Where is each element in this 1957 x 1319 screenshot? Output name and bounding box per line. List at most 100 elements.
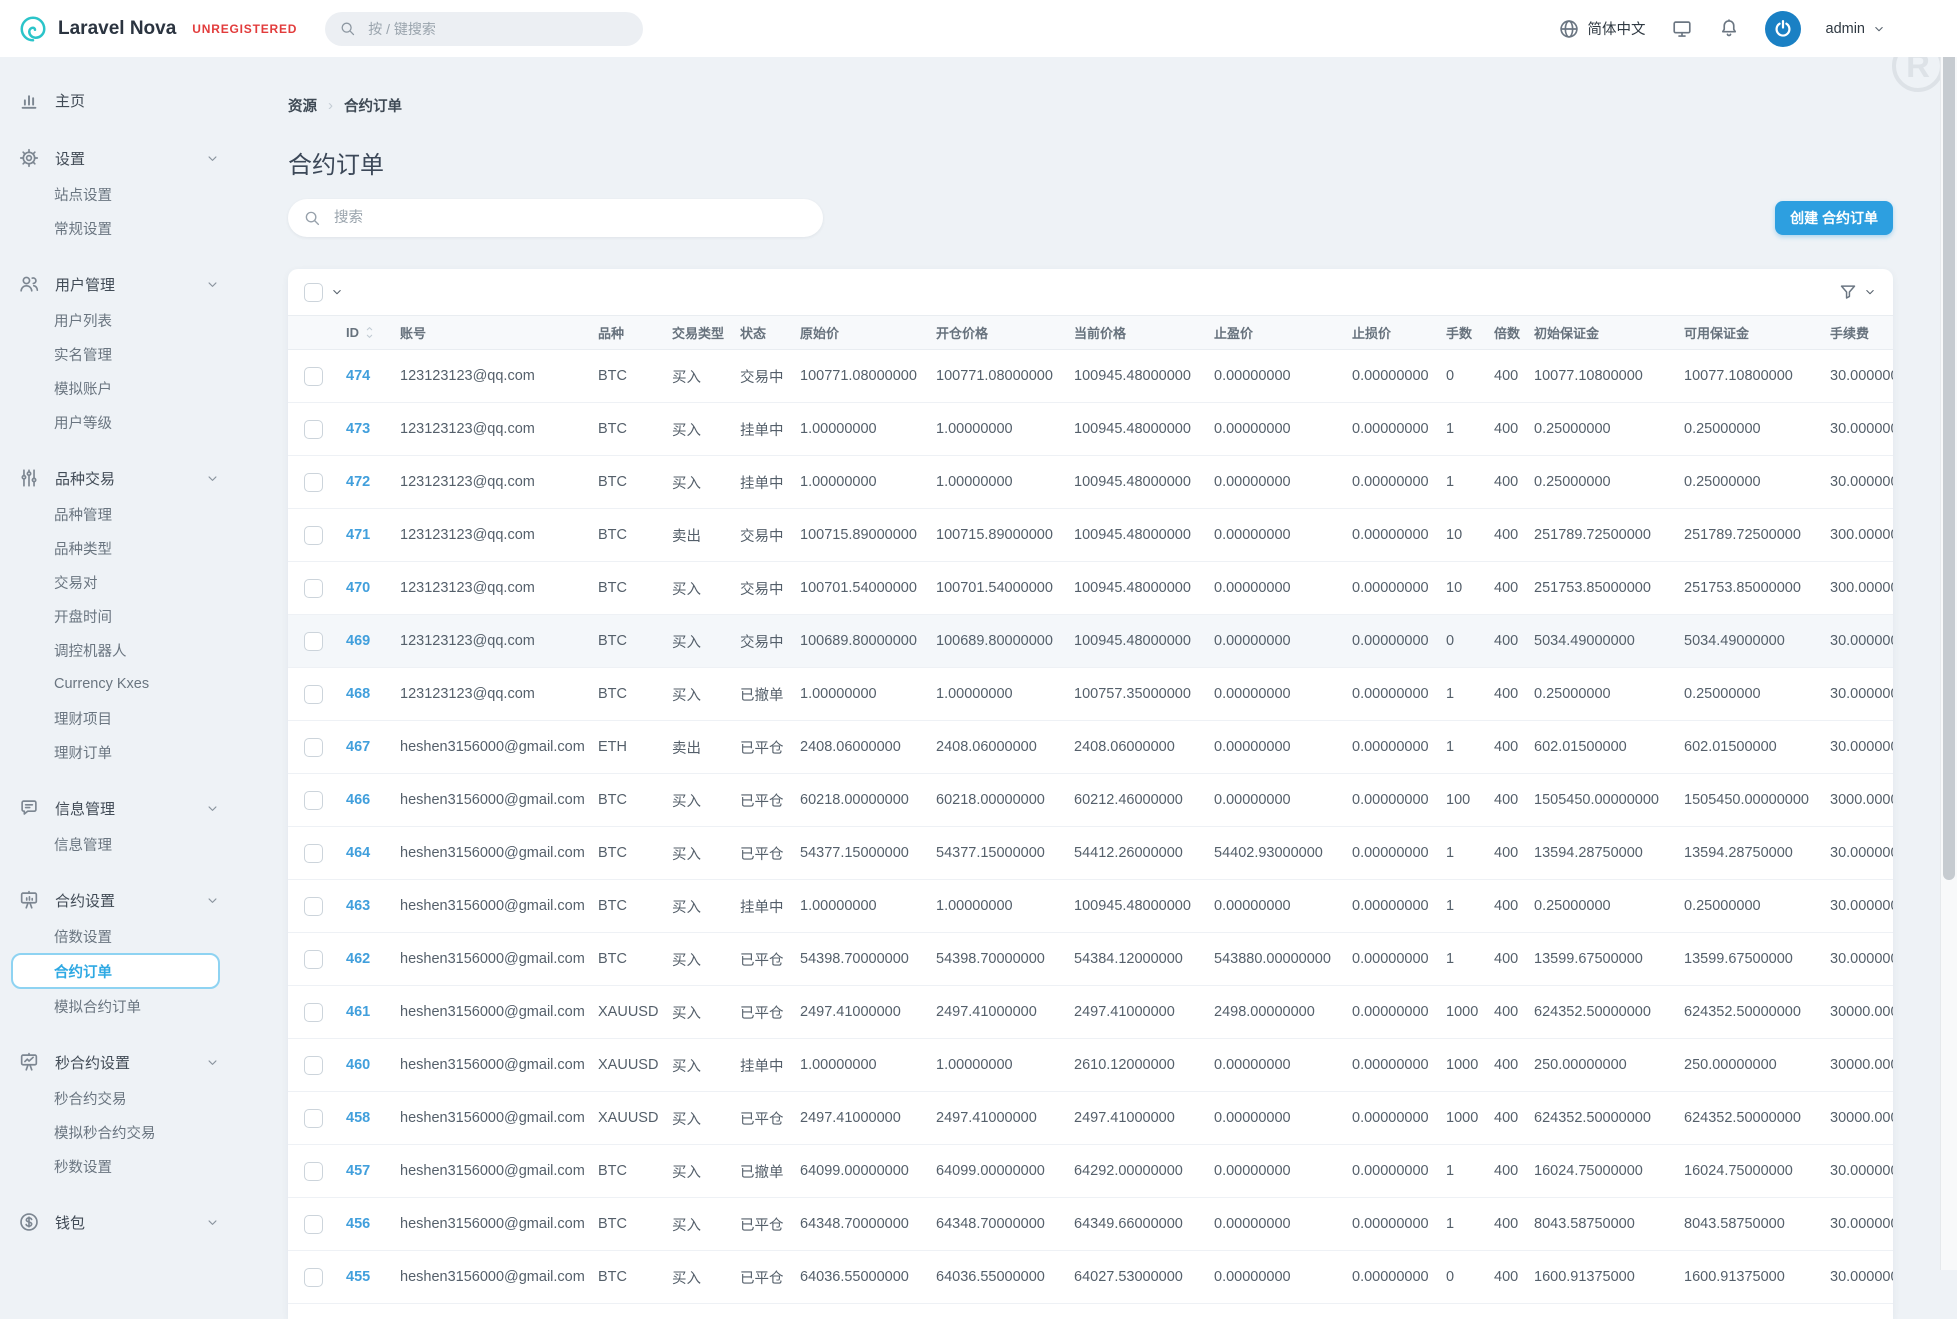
column-header[interactable]: 初始保证金 bbox=[1526, 316, 1676, 350]
order-id-link[interactable]: 458 bbox=[346, 1110, 370, 1126]
sidebar-item[interactable]: 常规设置 bbox=[18, 211, 220, 245]
order-id-link[interactable]: 460 bbox=[346, 1057, 370, 1073]
table-row[interactable]: 473 123123123@qq.com BTC 买入 挂单中 1.000000… bbox=[288, 403, 1893, 456]
sidebar-item[interactable]: 用户等级 bbox=[18, 405, 220, 439]
table-row[interactable]: 462 heshen3156000@gmail.com BTC 买入 已平仓 5… bbox=[288, 933, 1893, 986]
order-id-link[interactable]: 462 bbox=[346, 951, 370, 967]
order-id-link[interactable]: 466 bbox=[346, 792, 370, 808]
column-header[interactable]: 手续费 bbox=[1822, 316, 1893, 350]
table-row[interactable]: 474 123123123@qq.com BTC 买入 交易中 100771.0… bbox=[288, 350, 1893, 403]
row-checkbox[interactable] bbox=[304, 1268, 323, 1287]
sidebar-item[interactable]: 调控机器人 bbox=[18, 633, 220, 667]
row-checkbox[interactable] bbox=[304, 473, 323, 492]
row-checkbox[interactable] bbox=[304, 1056, 323, 1075]
order-id-link[interactable]: 470 bbox=[346, 580, 370, 596]
select-all-checkbox[interactable] bbox=[304, 283, 323, 302]
column-header[interactable]: 当前价格 bbox=[1066, 316, 1206, 350]
resource-search-input[interactable] bbox=[332, 209, 808, 227]
sidebar-item[interactable]: 信息管理 bbox=[18, 789, 220, 827]
order-id-link[interactable]: 472 bbox=[346, 474, 370, 490]
table-row[interactable]: 455 heshen3156000@gmail.com BTC 买入 已平仓 6… bbox=[288, 1251, 1893, 1304]
order-id-link[interactable]: 468 bbox=[346, 686, 370, 702]
row-checkbox[interactable] bbox=[304, 1162, 323, 1181]
sidebar-item[interactable]: 开盘时间 bbox=[18, 599, 220, 633]
row-checkbox[interactable] bbox=[304, 685, 323, 704]
breadcrumb-resources[interactable]: 资源 bbox=[288, 95, 317, 116]
resource-search[interactable] bbox=[288, 199, 823, 237]
row-checkbox[interactable] bbox=[304, 632, 323, 651]
column-header[interactable]: 止盈价 bbox=[1206, 316, 1344, 350]
sidebar-item[interactable]: 理财订单 bbox=[18, 735, 220, 769]
table-row[interactable]: 469 123123123@qq.com BTC 买入 交易中 100689.8… bbox=[288, 615, 1893, 668]
sidebar-item[interactable]: 交易对 bbox=[18, 565, 220, 599]
sidebar-item[interactable]: 模拟秒合约交易 bbox=[18, 1115, 220, 1149]
sidebar-item[interactable]: 品种类型 bbox=[18, 531, 220, 565]
column-header[interactable]: 倍数 bbox=[1486, 316, 1526, 350]
table-row[interactable]: 470 123123123@qq.com BTC 买入 交易中 100701.5… bbox=[288, 562, 1893, 615]
sidebar-item[interactable]: 用户管理 bbox=[18, 265, 220, 303]
sidebar-item[interactable]: 品种交易 bbox=[18, 459, 220, 497]
sidebar-item[interactable]: 模拟合约订单 bbox=[18, 989, 220, 1023]
sidebar-item[interactable]: 合约设置 bbox=[18, 881, 220, 919]
sidebar-item[interactable]: Currency Kxes bbox=[18, 667, 220, 701]
row-checkbox[interactable] bbox=[304, 791, 323, 810]
row-checkbox[interactable] bbox=[304, 1003, 323, 1022]
filter-control[interactable] bbox=[1838, 282, 1877, 302]
sidebar-item[interactable]: 主页 bbox=[18, 81, 220, 119]
row-checkbox[interactable] bbox=[304, 844, 323, 863]
sidebar-item[interactable]: 秒合约交易 bbox=[18, 1081, 220, 1115]
sort-icon[interactable] bbox=[364, 325, 375, 340]
page-scrollbar[interactable] bbox=[1940, 0, 1957, 1270]
order-id-link[interactable]: 463 bbox=[346, 898, 370, 914]
row-checkbox[interactable] bbox=[304, 420, 323, 439]
column-header[interactable]: 可用保证金 bbox=[1676, 316, 1822, 350]
order-id-link[interactable]: 455 bbox=[346, 1269, 370, 1285]
monitor-icon[interactable] bbox=[1671, 18, 1693, 40]
order-id-link[interactable]: 469 bbox=[346, 633, 370, 649]
row-checkbox[interactable] bbox=[304, 367, 323, 386]
table-row[interactable]: 472 123123123@qq.com BTC 买入 挂单中 1.000000… bbox=[288, 456, 1893, 509]
select-all-control[interactable] bbox=[304, 283, 344, 302]
column-header[interactable]: 账号 bbox=[392, 316, 590, 350]
sidebar-item[interactable]: 品种管理 bbox=[18, 497, 220, 531]
brand[interactable]: Laravel Nova bbox=[18, 14, 176, 44]
table-row[interactable]: 461 heshen3156000@gmail.com XAUUSD 买入 已平… bbox=[288, 986, 1893, 1039]
column-header[interactable]: 品种 bbox=[590, 316, 664, 350]
order-id-link[interactable]: 467 bbox=[346, 739, 370, 755]
order-id-link[interactable]: 471 bbox=[346, 527, 370, 543]
global-search[interactable] bbox=[325, 12, 643, 46]
table-row[interactable]: 468 123123123@qq.com BTC 买入 已撤单 1.000000… bbox=[288, 668, 1893, 721]
table-row[interactable]: 471 123123123@qq.com BTC 卖出 交易中 100715.8… bbox=[288, 509, 1893, 562]
row-checkbox[interactable] bbox=[304, 526, 323, 545]
sidebar-item[interactable]: 理财项目 bbox=[18, 701, 220, 735]
table-row[interactable]: 457 heshen3156000@gmail.com BTC 买入 已撤单 6… bbox=[288, 1145, 1893, 1198]
global-search-input[interactable] bbox=[366, 20, 629, 38]
order-id-link[interactable]: 464 bbox=[346, 845, 370, 861]
column-header[interactable]: 开仓价格 bbox=[928, 316, 1066, 350]
table-row[interactable]: 458 heshen3156000@gmail.com XAUUSD 买入 已平… bbox=[288, 1092, 1893, 1145]
table-row[interactable]: 460 heshen3156000@gmail.com XAUUSD 买入 挂单… bbox=[288, 1039, 1893, 1092]
order-id-link[interactable]: 461 bbox=[346, 1004, 370, 1020]
row-checkbox[interactable] bbox=[304, 1215, 323, 1234]
order-id-link[interactable]: 473 bbox=[346, 421, 370, 437]
row-checkbox[interactable] bbox=[304, 579, 323, 598]
table-row[interactable]: 463 heshen3156000@gmail.com BTC 买入 挂单中 1… bbox=[288, 880, 1893, 933]
table-row[interactable]: 456 heshen3156000@gmail.com BTC 买入 已平仓 6… bbox=[288, 1198, 1893, 1251]
table-row[interactable]: 466 heshen3156000@gmail.com BTC 买入 已平仓 6… bbox=[288, 774, 1893, 827]
sidebar-item[interactable]: 设置 bbox=[18, 139, 220, 177]
sidebar-item[interactable]: 倍数设置 bbox=[18, 919, 220, 953]
column-header[interactable]: 状态 bbox=[732, 316, 792, 350]
sidebar-item[interactable]: 秒合约设置 bbox=[18, 1043, 220, 1081]
column-header[interactable]: 交易类型 bbox=[664, 316, 732, 350]
create-order-button[interactable]: 创建 合约订单 bbox=[1775, 201, 1893, 235]
column-header[interactable]: ID bbox=[338, 316, 392, 350]
sidebar-item[interactable]: 实名管理 bbox=[18, 337, 220, 371]
row-checkbox[interactable] bbox=[304, 897, 323, 916]
sidebar-item[interactable]: 站点设置 bbox=[18, 177, 220, 211]
sidebar-item[interactable]: 钱包 bbox=[18, 1203, 220, 1241]
avatar[interactable] bbox=[1765, 11, 1801, 47]
sidebar-item[interactable]: 信息管理 bbox=[18, 827, 220, 861]
row-checkbox[interactable] bbox=[304, 950, 323, 969]
sidebar-item[interactable]: 合约订单 bbox=[11, 953, 220, 989]
table-row[interactable]: 464 heshen3156000@gmail.com BTC 买入 已平仓 5… bbox=[288, 827, 1893, 880]
